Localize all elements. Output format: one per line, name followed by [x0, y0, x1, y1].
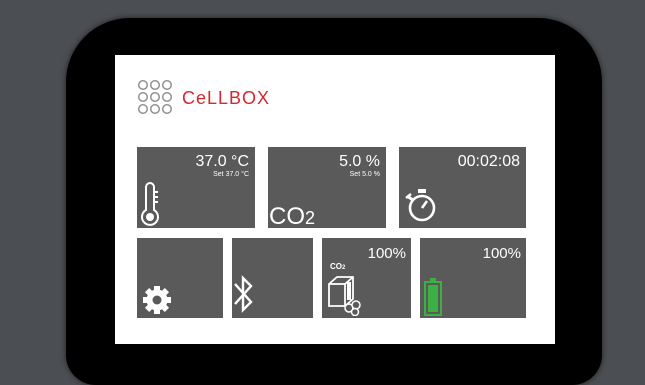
brand-name: CeLLBOX: [182, 88, 271, 108]
bluetooth-icon: [234, 275, 253, 313]
timer-value: 00:02:08: [457, 153, 520, 170]
co2-label-main: CO: [269, 203, 305, 229]
co2-value: 5.0 %: [339, 153, 380, 170]
battery-icon: [424, 278, 442, 316]
settings-tile[interactable]: [137, 238, 223, 318]
cartridge-label-subscript: 2: [342, 265, 346, 271]
thermometer-icon: [141, 182, 159, 226]
battery-percent: 100%: [482, 245, 521, 262]
co2-supply-percent: 100%: [367, 245, 406, 262]
temperature-value: 37.0 °C: [195, 153, 249, 170]
bluetooth-tile[interactable]: [232, 238, 313, 318]
co2-label-subscript: 2: [305, 208, 316, 228]
battery-tile[interactable]: 100%: [420, 238, 526, 318]
co2-label: CO2: [269, 203, 316, 229]
co2-supply-tile[interactable]: 100% CO2: [322, 238, 411, 318]
logo-dots-icon: [137, 79, 173, 115]
device-screen: CeLLBOX 37.0 °C Set 37.0 °C 5.0 % Set 5.…: [115, 55, 555, 344]
cartridge-label-main: CO: [330, 262, 342, 271]
temperature-setpoint: Set 37.0 °C: [213, 171, 249, 178]
co2-cartridge-icon: [328, 276, 361, 316]
co2-setpoint: Set 5.0 %: [349, 171, 380, 178]
co2-cartridge-label: CO2: [330, 262, 345, 273]
timer-tile[interactable]: 00:02:08: [399, 147, 526, 228]
co2-tile[interactable]: 5.0 % Set 5.0 % CO2: [268, 147, 386, 228]
gear-icon: [143, 286, 171, 314]
battery-level-fill: [428, 285, 438, 312]
stopwatch-icon: [405, 189, 436, 222]
temperature-tile[interactable]: 37.0 °C Set 37.0 °C: [137, 147, 255, 228]
